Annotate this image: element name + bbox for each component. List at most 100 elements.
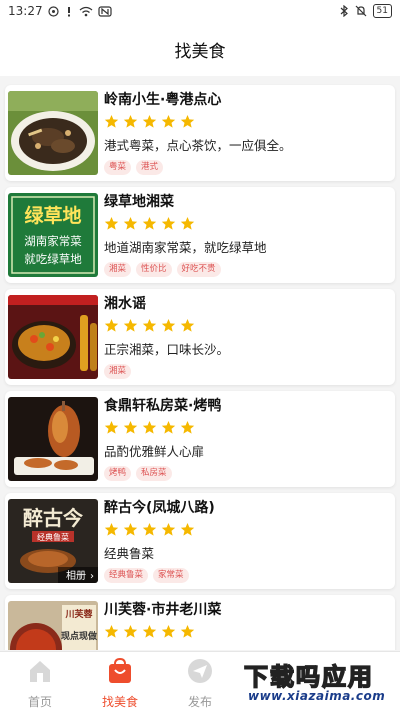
star-icon (104, 114, 119, 128)
tag-list: 烤鸭 私房菜 (104, 466, 387, 481)
rating-stars (104, 216, 387, 234)
tab-find-food[interactable]: 找美食 (90, 657, 150, 710)
restaurant-description: 地道湖南家常菜，就吃绿草地 (104, 240, 267, 255)
thumb-brand-text: 川芙蓉 (64, 608, 93, 620)
watermark-logo: 下载吗应用 www.xiazaima.com (238, 653, 400, 711)
restaurant-list[interactable]: 岭南小生·粤港点心 港式粤菜，点心茶饮，一应俱全。 粤菜 港式 绿草地 湖南家常… (0, 80, 400, 650)
star-icon (180, 420, 195, 434)
star-icon (123, 216, 138, 230)
star-icon (142, 420, 157, 434)
tag: 湘菜 (104, 364, 132, 379)
star-icon (161, 216, 176, 230)
restaurant-thumbnail: 醉古今 经典鲁菜 相册 › (8, 499, 98, 583)
restaurant-description: 品酌优雅鲜人心扉 (104, 444, 205, 459)
restaurant-card[interactable]: 食鼎轩私房菜·烤鸭 品酌优雅鲜人心扉 烤鸭 私房菜 (5, 391, 395, 487)
bluetooth-icon (340, 5, 348, 17)
restaurant-thumbnail (8, 295, 98, 379)
thumb-brand-text: 绿草地 (24, 204, 81, 227)
tag: 湘菜 (104, 262, 132, 277)
restaurant-thumbnail (8, 397, 98, 481)
star-icon (180, 216, 195, 230)
nfc-icon (97, 5, 112, 17)
alert-icon (67, 6, 70, 16)
star-icon (142, 114, 157, 128)
thumb-slogan-text: 经典鲁菜 (37, 532, 69, 542)
page-title: 找美食 (174, 41, 226, 62)
watermark-title: 下载吗应用 (243, 662, 374, 692)
star-icon (104, 216, 119, 230)
rating-stars (104, 420, 387, 438)
home-icon (30, 661, 50, 682)
restaurant-description: 港式粤菜，点心茶饮，一应俱全。 (104, 138, 292, 153)
svg-text:›: › (90, 571, 94, 582)
tab-publish[interactable]: 发布 (170, 658, 230, 710)
wifi-icon (79, 6, 93, 16)
tag: 经典鲁菜 (104, 568, 149, 583)
tab-label: 找美食 (101, 695, 138, 709)
star-icon (104, 624, 119, 638)
restaurant-card[interactable]: 湘水谣 正宗湘菜，口味长沙。 湘菜 (5, 289, 395, 385)
star-icon (142, 318, 157, 332)
status-time: 13:27 (8, 4, 43, 18)
tag-list: 湘菜 性价比 好吃不贵 (104, 262, 387, 277)
gallery-label: 相册 (66, 569, 86, 582)
restaurant-card[interactable]: 醉古今 经典鲁菜 相册 › 醉古今(凤城八路) 经典鲁菜 经典鲁菜 家常菜 (5, 493, 395, 589)
star-icon (161, 114, 176, 128)
restaurant-thumbnail: 川芙蓉 现点现做 (8, 601, 98, 650)
rating-stars (104, 318, 387, 336)
tab-label: 发布 (187, 695, 212, 709)
restaurant-card[interactable]: 绿草地 湖南家常菜 就吃绿草地 绿草地湘菜 地道湖南家常菜，就吃绿草地 湘菜 性… (5, 187, 395, 283)
restaurant-card[interactable]: 川芙蓉 现点现做 川芙蓉·市井老川菜 (5, 595, 395, 650)
restaurant-thumbnail (8, 91, 98, 175)
thumb-brand-text: 醉古今 (23, 506, 84, 530)
thumb-slogan-text: 就吃绿草地 (24, 252, 82, 266)
star-icon (123, 420, 138, 434)
restaurant-name: 醉古今(凤城八路) (104, 500, 215, 516)
restaurant-name: 川芙蓉·市井老川菜 (104, 602, 222, 618)
star-icon (104, 420, 119, 434)
message-icon (47, 5, 59, 17)
star-icon (180, 624, 195, 638)
mute-icon (355, 5, 366, 17)
restaurant-name: 食鼎轩私房菜·烤鸭 (104, 398, 222, 414)
star-icon (161, 318, 176, 332)
star-icon (123, 114, 138, 128)
tag: 好吃不贵 (176, 262, 221, 277)
star-icon (104, 522, 119, 536)
restaurant-description: 经典鲁菜 (104, 546, 155, 561)
star-icon (180, 114, 195, 128)
restaurant-card[interactable]: 岭南小生·粤港点心 港式粤菜，点心茶饮，一应俱全。 粤菜 港式 (5, 85, 395, 181)
status-bar: 13:27 51 (0, 0, 400, 22)
rating-stars (104, 624, 387, 642)
star-icon (161, 522, 176, 536)
tab-label: 首页 (27, 695, 52, 709)
tag: 私房菜 (136, 466, 172, 481)
thumb-slogan-text: 现点现做 (61, 630, 98, 642)
thumb-slogan-text: 湖南家常菜 (24, 234, 82, 248)
star-icon (180, 318, 195, 332)
tag: 家常菜 (153, 568, 189, 583)
star-icon (161, 420, 176, 434)
rating-stars (104, 522, 387, 540)
tab-home[interactable]: 首页 (10, 658, 70, 710)
tag: 性价比 (136, 262, 172, 277)
star-icon (123, 624, 138, 638)
restaurant-thumbnail: 绿草地 湖南家常菜 就吃绿草地 (8, 193, 98, 277)
tag: 烤鸭 (104, 466, 132, 481)
star-icon (123, 522, 138, 536)
restaurant-name: 岭南小生·粤港点心 (104, 92, 222, 108)
rating-stars (104, 114, 387, 132)
star-icon (161, 624, 176, 638)
star-icon (180, 522, 195, 536)
tag: 港式 (136, 160, 164, 175)
tag-list: 经典鲁菜 家常菜 (104, 568, 387, 583)
page-title-bar: 找美食 (0, 22, 400, 76)
star-icon (142, 522, 157, 536)
star-icon (142, 216, 157, 230)
restaurant-name: 湘水谣 (104, 296, 146, 312)
shopping-bag-icon (109, 657, 131, 683)
star-icon (123, 318, 138, 332)
star-icon (104, 318, 119, 332)
tag: 粤菜 (104, 160, 132, 175)
battery-indicator: 51 (372, 4, 392, 18)
